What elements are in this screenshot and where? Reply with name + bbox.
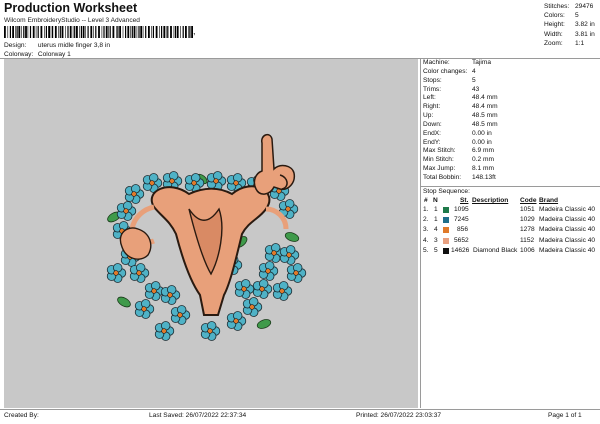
flower [252,279,273,299]
table-row: 3. 4 856 1278 Madeira Classic 40 [423,226,596,234]
stat-width: Width: 3.81 in [544,30,595,38]
flower [170,305,191,325]
software-subtitle: Wilcom EmbroideryStudio -- Level 3 Advan… [4,17,140,24]
flower [226,311,247,331]
color-swatch [443,247,449,254]
info-stops: Stops: 5 [423,76,476,84]
info-trims: Trims: 43 [423,85,480,93]
flower [134,299,155,319]
info-color-changes: Color changes: 4 [423,67,476,75]
info-endy: EndY: 0.00 in [423,138,492,146]
table-row: 2. 1 7245 1029 Madeira Classic 40 [423,216,596,224]
col-st: St. [460,197,469,204]
color-swatch [443,207,449,213]
color-swatch [443,237,449,244]
created-by: Created By: [4,412,39,419]
flower [272,281,293,301]
colorway-label: Colorway: [4,51,34,58]
col-description: Description [472,197,509,204]
stat-zoom: Zoom: 1:1 [544,39,585,47]
stop-sequence-title: Stop Sequence: [423,188,470,195]
flower [129,263,150,283]
info-min-stitch: Min Stitch: 0.2 mm [423,156,494,164]
design-value: uterus midle finger 3,8 in [37,42,111,49]
color-swatch [443,217,449,224]
flower [154,321,175,341]
info-left: Left: 48.4 mm [423,94,498,102]
stat-stitches: Stitches: 29476 [544,3,594,10]
info-total-bobbin: Total Bobbin: 148.13ft [423,173,496,181]
flower [106,263,127,283]
col-num: # [424,197,428,204]
colorway-value: Colorway 1 [37,51,71,58]
table-row: 4. 3 5652 1152 Madeira Classic 40 [423,236,596,244]
info-max-stitch: Max Stitch: 6.9 mm [423,147,494,155]
flower [116,201,137,221]
flower [279,245,300,265]
info-machine: Machine: Tajima [423,59,492,66]
page-number: Page 1 of 1 [548,412,582,419]
machine-info-panel: Machine: Tajima Color changes: 4 Stops: 5 T… [423,59,498,183]
flower [234,279,255,299]
design-label: Design: [4,42,27,49]
info-up: Up: 48.5 mm [423,112,498,120]
barcode-suffix: , [193,26,196,36]
barcode [4,26,193,38]
col-brand: Brand [539,197,559,204]
info-down: Down: 48.5 mm [423,120,498,128]
flower [200,321,221,341]
flower [160,285,181,305]
info-endx: EndX: 0.00 in [423,129,492,137]
last-saved: Last Saved: 26/07/2022 22:37:34 [149,412,247,419]
flower [124,184,145,204]
info-max-jump: Max Jump: 8.1 mm [423,165,494,173]
flower [286,263,307,283]
embroidery-artwork [106,133,307,341]
stat-height: Height: 3.82 in [544,21,595,29]
stat-colors: Colors: 5 [544,12,579,20]
stats-panel: Stitches: 29476 Colors: 5 Height: 3.82 in W… [544,2,595,48]
stop-sequence-header: # N St. Description Code Brand [423,197,600,206]
sequence-divider [421,186,600,187]
colorway-row: Colorway: Colorway 1 [4,51,71,58]
stop-sequence-table: 1. 1 1095 1051 Madeira Classic 40 2. 1 7… [423,206,600,257]
panel-divider [420,58,421,408]
footer-divider [0,409,600,410]
flower [242,297,263,317]
color-swatch [443,227,449,234]
design-preview [4,59,418,408]
flower [258,261,279,281]
table-row: 5. 5 14626 Diamond Black 1006 Madeira Cl… [423,246,596,254]
table-row: 1. 1 1095 1051 Madeira Classic 40 [423,206,596,213]
col-n: N [433,197,438,204]
printed-date: Printed: 26/07/2022 23:03:37 [356,412,442,419]
col-code: Code [520,197,537,204]
info-right: Right: 48.4 mm [423,103,498,111]
worksheet-title: Production Worksheet [4,1,138,15]
design-name-row: Design: uterus midle finger 3,8 in [4,42,110,49]
